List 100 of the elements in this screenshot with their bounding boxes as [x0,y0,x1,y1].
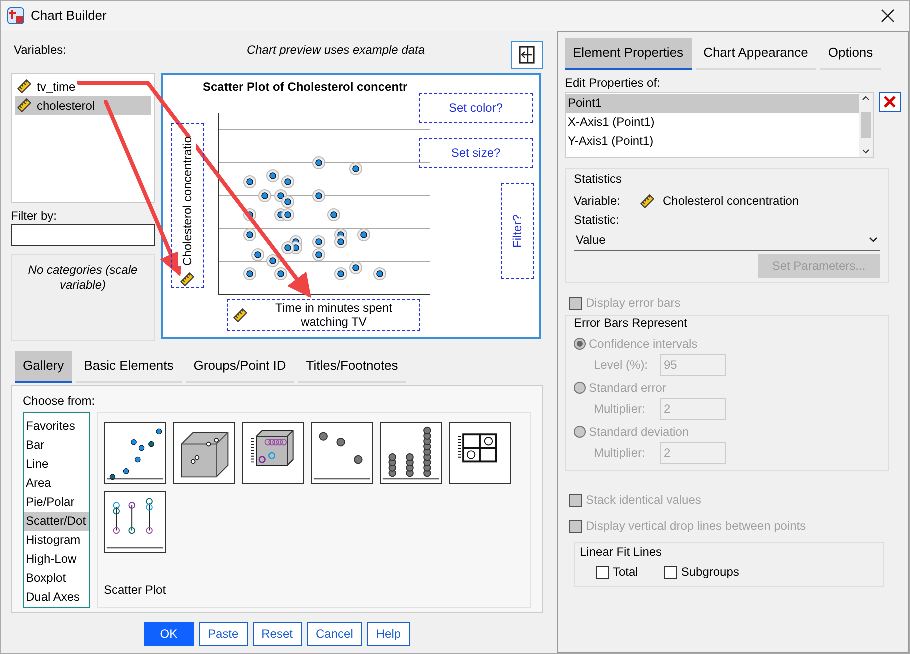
scroll-up-icon[interactable] [862,95,870,101]
radio-label: Confidence intervals [589,336,698,353]
categories-note: No categories (scale variable) [27,263,139,293]
statistic-label: Statistic: [574,212,620,229]
scroll-down-icon[interactable] [862,149,870,155]
chart-type-item[interactable]: Boxplot [24,569,89,588]
choose-from-label: Choose from: [23,393,96,409]
window-title: Chart Builder [31,7,108,26]
data-point [244,176,256,188]
delete-button[interactable] [879,92,901,112]
chart-type-thumbnail[interactable] [104,422,166,484]
y-axis-drop-zone[interactable]: Cholesterol concentratio [171,123,204,288]
field-label: Multiplier: [594,445,646,462]
y-axis-label: Cholesterol concentratio [178,136,196,266]
group-title: Error Bars Represent [574,315,688,332]
chevron-down-icon [869,236,878,242]
checkbox-label: Display error bars [586,295,681,312]
dialog-button[interactable]: OK [144,622,194,646]
checkbox[interactable] [664,566,678,578]
data-point [350,262,362,274]
x-axis-label: Time in minutes spent watching TV [274,301,394,329]
chart-type-thumbnail[interactable] [449,422,511,484]
chart-type-item[interactable]: Dual Axes [24,588,89,607]
element-item[interactable]: X-Axis1 (Point1) [566,113,860,132]
filter-label: Filter by: [11,208,58,223]
data-point [312,156,326,170]
tab[interactable]: Element Properties [565,38,692,70]
element-item[interactable]: Y-Axis1 (Point1) [566,132,860,151]
data-point [282,176,294,188]
close-icon [883,95,898,109]
chart-type-thumbnail[interactable] [242,422,304,484]
checkbox-label: Stack identical values [586,492,702,509]
ruler-icon [180,272,195,287]
group-title: Linear Fit Lines [580,544,664,561]
data-point [374,268,386,280]
chart-type-item[interactable]: Scatter/Dot [24,512,89,531]
data-point [358,228,370,242]
gallery-caption: Scatter Plot [104,582,168,599]
x-axis-drop-zone[interactable]: Time in minutes spent watching TV [227,299,420,331]
chart-type-thumbnail[interactable] [173,422,235,484]
chart-type-item[interactable]: High-Low [24,550,89,569]
ruler-icon [17,98,32,113]
statistic-select[interactable]: Value [574,229,880,251]
data-point [266,170,280,182]
radio-label: Standard deviation [589,424,690,441]
dialog-button[interactable]: Help [367,622,410,646]
data-point [274,268,288,280]
group-title: Statistics [574,171,624,188]
checkbox-label: Total [613,564,638,581]
data-point [350,162,362,176]
chart-type-thumbnail[interactable] [104,491,166,553]
edit-properties-label: Edit Properties of: [565,75,662,90]
chart-type-item[interactable]: Bar [24,436,89,455]
data-point [266,254,280,268]
variables-label: Variables: [13,42,68,59]
chart-type-item[interactable]: Histogram [24,531,89,550]
field-label: Level (%): [594,357,650,374]
preview-note: Chart preview uses example data [246,42,426,59]
app-icon [7,7,25,25]
filter-input[interactable] [11,224,155,246]
checkbox-label: Display vertical drop lines between points [586,518,806,535]
checkbox[interactable] [596,566,609,578]
data-point [244,228,256,242]
data-point [252,248,264,262]
dialog-button[interactable]: Paste [198,622,248,646]
data-point [312,236,326,248]
chart-type-item[interactable]: Favorites [24,417,89,436]
size-drop-zone[interactable]: Set size? [419,138,533,168]
data-point [258,190,272,202]
chart-type-item[interactable]: Area [24,474,89,493]
collapse-panel-button[interactable] [511,41,543,69]
variable-label: Variable: [574,193,622,210]
radio-label: Standard error [589,380,666,397]
data-point [312,190,326,202]
data-point [334,268,348,280]
element-item[interactable]: Point1 [566,94,860,113]
scrollbar[interactable] [859,93,874,157]
color-drop-zone[interactable]: Set color? [419,93,533,123]
chart-type-thumbnail[interactable] [380,422,442,484]
filter-drop-zone[interactable]: Filter? [501,183,534,279]
variable-item[interactable]: tv_time [15,77,151,96]
data-point [334,236,348,248]
variable-item[interactable]: cholesterol [15,96,151,115]
dialog-button[interactable]: Cancel [307,622,362,646]
data-point [328,208,340,222]
close-icon[interactable] [881,9,895,23]
data-point [282,208,294,222]
field-label: Multiplier: [594,401,646,418]
chart-type-item[interactable]: Pie/Polar [24,493,89,512]
variable-value: Cholesterol concentration [663,193,800,210]
checkbox-label: Subgroups [681,564,740,581]
tab[interactable]: Gallery [15,351,72,383]
dialog-button[interactable]: Reset [252,622,302,646]
chart-type-thumbnail[interactable] [311,422,373,484]
collapse-panel-icon [517,45,537,65]
data-point [312,248,326,262]
chart-title: Scatter Plot of Cholesterol concentr_ [203,79,414,96]
data-point [282,196,294,208]
chart-type-item[interactable]: Line [24,455,89,474]
data-point [244,268,256,280]
